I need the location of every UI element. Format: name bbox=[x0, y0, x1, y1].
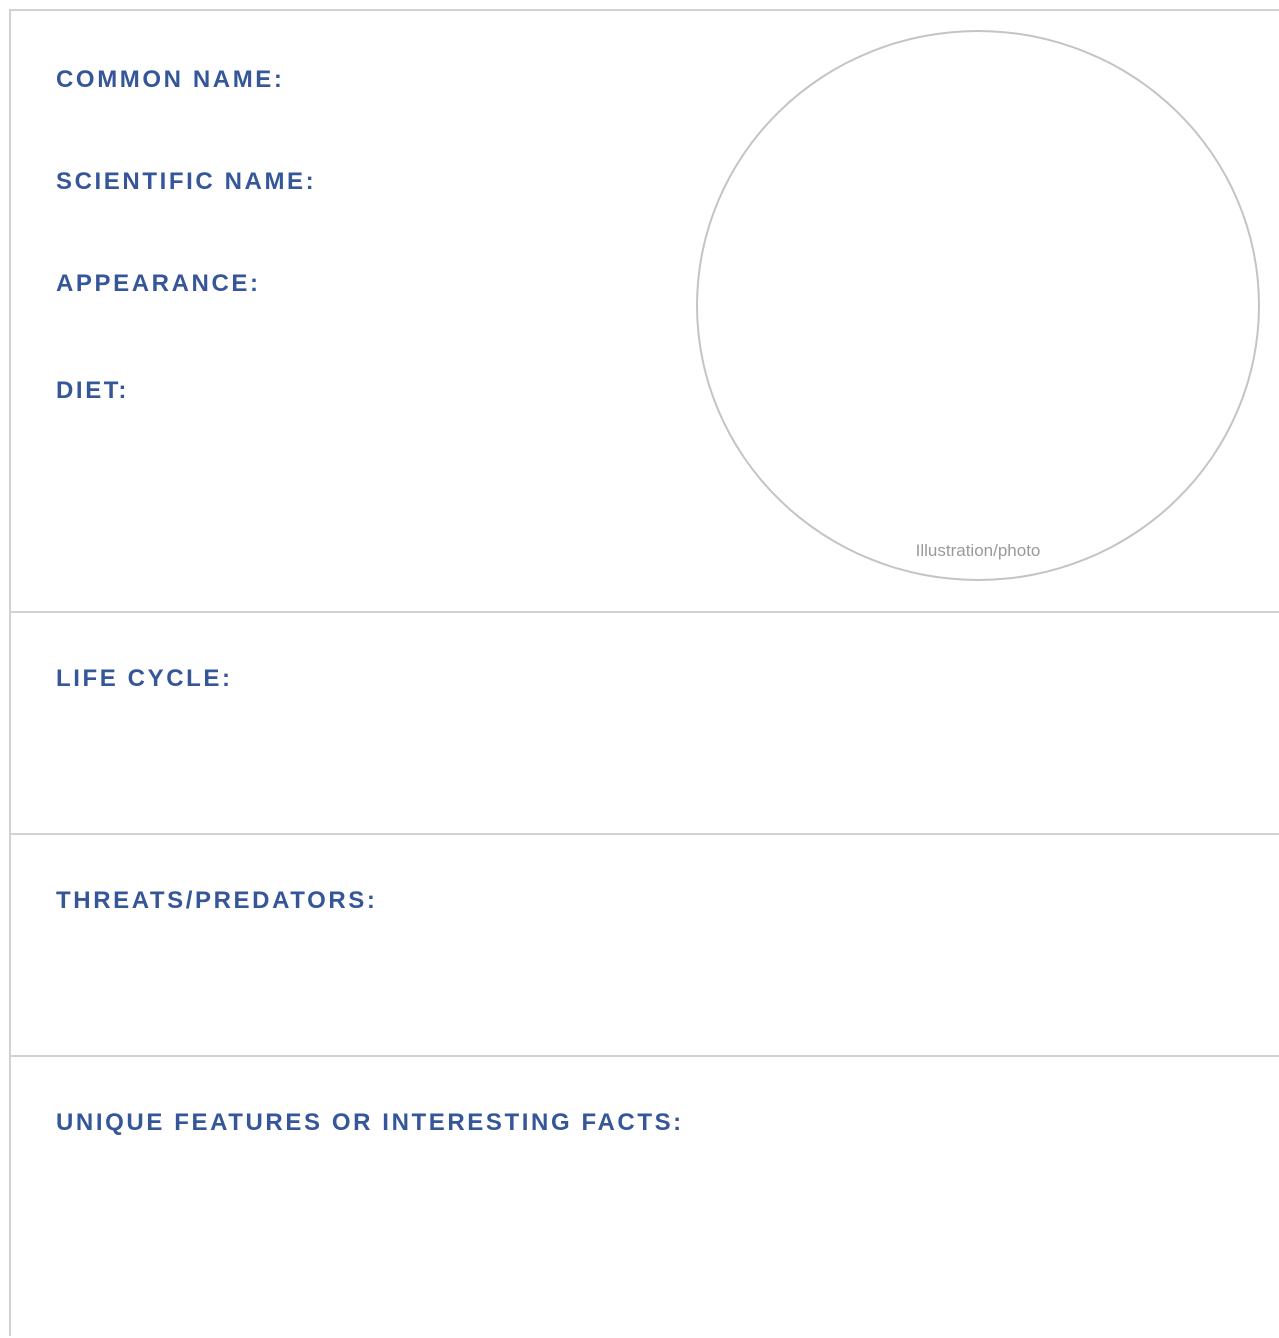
unique-features-label: UNIQUE FEATURES OR INTERESTING FACTS: bbox=[56, 1109, 684, 1136]
life-cycle-section: LIFE CYCLE: bbox=[11, 611, 1279, 833]
animal-fact-worksheet: COMMON NAME: SCIENTIFIC NAME: APPEARANCE… bbox=[9, 9, 1279, 1336]
threats-predators-section: THREATS/PREDATORS: bbox=[11, 833, 1279, 1055]
threats-predators-label: THREATS/PREDATORS: bbox=[56, 887, 378, 914]
illustration-photo-caption: Illustration/photo bbox=[915, 541, 1041, 560]
diet-label: DIET: bbox=[56, 377, 129, 404]
unique-features-section: UNIQUE FEATURES OR INTERESTING FACTS: bbox=[11, 1055, 1279, 1338]
illustration-photo-placeholder[interactable]: Illustration/photo bbox=[696, 30, 1260, 581]
life-cycle-label: LIFE CYCLE: bbox=[56, 665, 233, 692]
appearance-label: APPEARANCE: bbox=[56, 270, 261, 297]
common-name-label: COMMON NAME: bbox=[56, 66, 285, 93]
overview-section: COMMON NAME: SCIENTIFIC NAME: APPEARANCE… bbox=[11, 11, 1279, 611]
scientific-name-label: SCIENTIFIC NAME: bbox=[56, 168, 317, 195]
